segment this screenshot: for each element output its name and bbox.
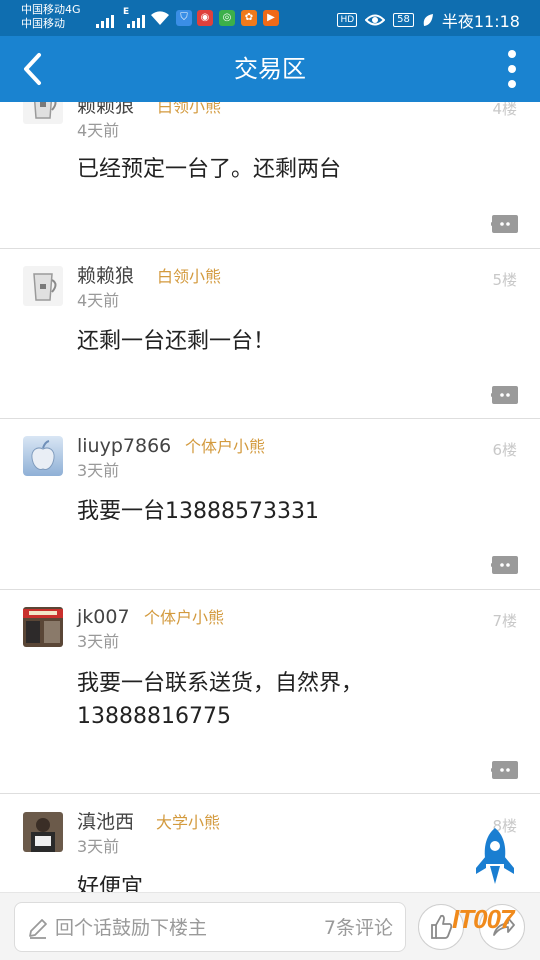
reply-input[interactable]: 回个话鼓励下楼主 7条评论 — [14, 902, 406, 952]
reply-bubble-icon[interactable] — [491, 385, 518, 405]
comment-time: 4天前 — [77, 121, 120, 140]
avatar-kettle[interactable] — [23, 102, 63, 124]
comment-body: 已经预定一台了。还剩两台 — [77, 157, 342, 182]
wifi-icon — [151, 11, 169, 25]
user-level-badge: 个体户小熊 — [144, 608, 225, 627]
carrier-line-2: 中国移动 — [21, 17, 65, 30]
more-dot-icon — [508, 65, 516, 73]
user-level-badge: 大学小熊 — [156, 813, 221, 832]
more-options-button[interactable] — [504, 50, 520, 88]
carrier-info: 中国移动4G 中国移动 — [21, 3, 81, 31]
avatar-kettle[interactable] — [23, 266, 63, 306]
user-level-badge: 个体户小熊 — [185, 437, 266, 456]
game-app-icon: ✿ — [241, 10, 257, 26]
user-level-badge: 白领小熊 — [157, 102, 222, 116]
status-right-group: HD 58 半夜11:18 — [337, 8, 520, 32]
comment-item: jk007 个体户小熊 7楼 3天前 我要一台联系送货，自然界，13888816… — [0, 590, 540, 793]
floor-number: 7楼 — [492, 612, 517, 630]
battery-icon: 58 — [393, 13, 414, 27]
eye-comfort-icon — [365, 14, 386, 26]
reply-bubble-icon[interactable] — [491, 214, 518, 234]
wechat-icon: ◎ — [219, 10, 235, 26]
user-level-badge: 白领小熊 — [157, 267, 222, 286]
avatar-storefront[interactable] — [23, 607, 63, 647]
comment-username[interactable]: liuyp7866 — [77, 435, 171, 457]
comment-time: 3天前 — [77, 461, 120, 480]
video-app-icon: ▶ — [263, 10, 279, 26]
reply-placeholder: 回个话鼓励下楼主 — [55, 917, 208, 939]
comment-item: liuyp7866 个体户小熊 6楼 3天前 我要一台13888573331 — [0, 419, 540, 589]
shield-app-icon: ⛉ — [176, 10, 192, 26]
comment-body: 我要一台联系送货，自然界，13888816775 — [77, 671, 364, 729]
site-watermark: IT007 — [452, 904, 514, 934]
leaf-icon — [423, 14, 433, 26]
comment-item: 赖赖狼 白领小熊 5楼 4天前 还剩一台还剩一台！ — [0, 249, 540, 418]
comment-username[interactable]: 赖赖狼 — [77, 265, 134, 287]
comment-item: 滇池西 大学小熊 8楼 3天前 好便宜 — [0, 794, 540, 892]
record-app-icon: ◉ — [197, 10, 213, 26]
comment-time: 4天前 — [77, 291, 120, 310]
reply-bubble-icon[interactable] — [491, 555, 518, 575]
floor-number: 6楼 — [492, 441, 517, 459]
pencil-icon — [29, 919, 47, 939]
scroll-top-rocket-icon[interactable] — [472, 826, 518, 886]
comment-time: 3天前 — [77, 632, 120, 651]
clock: 半夜11:18 — [441, 12, 520, 31]
app-bar: 交易区 — [0, 36, 540, 102]
comment-username[interactable]: 滇池西 — [77, 811, 134, 833]
signal-strength-icon — [96, 8, 114, 28]
carrier-line-1: 中国移动4G — [21, 3, 81, 16]
more-dot-icon — [508, 50, 516, 58]
floor-number: 4楼 — [492, 102, 517, 118]
avatar-person[interactable] — [23, 812, 63, 852]
floor-number: 5楼 — [492, 271, 517, 289]
signal-strength-2-icon — [127, 8, 145, 28]
page-title: 交易区 — [234, 55, 306, 83]
reply-bubble-icon[interactable] — [491, 760, 518, 780]
avatar-apple[interactable] — [23, 436, 63, 476]
comment-username[interactable]: 赖赖狼 — [77, 102, 134, 117]
more-dot-icon — [508, 80, 516, 88]
comment-item: 赖赖狼 白领小熊 4楼 4天前 已经预定一台了。还剩两台 — [0, 102, 540, 248]
comment-count[interactable]: 7条评论 — [324, 916, 393, 940]
comment-body: 好便宜 — [77, 875, 144, 892]
comment-body: 还剩一台还剩一台！ — [77, 329, 276, 354]
hd-badge: HD — [337, 13, 358, 27]
status-bar: 中国移动4G 中国移动 E ⛉ ◉ ◎ ✿ ▶ HD 58 半夜11:18 — [0, 0, 540, 36]
comment-time: 3天前 — [77, 837, 120, 856]
comment-body: 我要一台13888573331 — [77, 499, 319, 524]
comment-username[interactable]: jk007 — [77, 606, 130, 628]
